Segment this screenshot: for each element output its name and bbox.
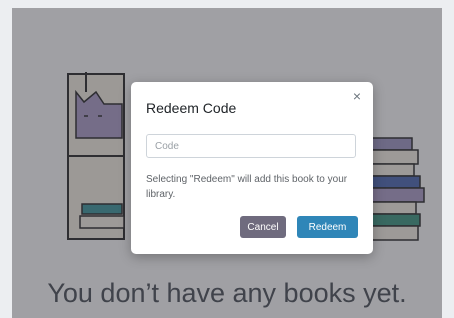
redeem-code-dialog: Redeem Code × Selecting "Redeem" will ad… xyxy=(131,82,373,254)
code-input[interactable] xyxy=(146,134,356,158)
close-icon[interactable]: × xyxy=(349,88,365,104)
redeem-button[interactable]: Redeem xyxy=(297,216,358,238)
library-page: You don’t have any books yet. Redeem Cod… xyxy=(12,8,442,318)
dialog-title: Redeem Code xyxy=(146,100,237,116)
cancel-button[interactable]: Cancel xyxy=(240,216,286,238)
redeem-help-text: Selecting "Redeem" will add this book to… xyxy=(146,174,348,200)
